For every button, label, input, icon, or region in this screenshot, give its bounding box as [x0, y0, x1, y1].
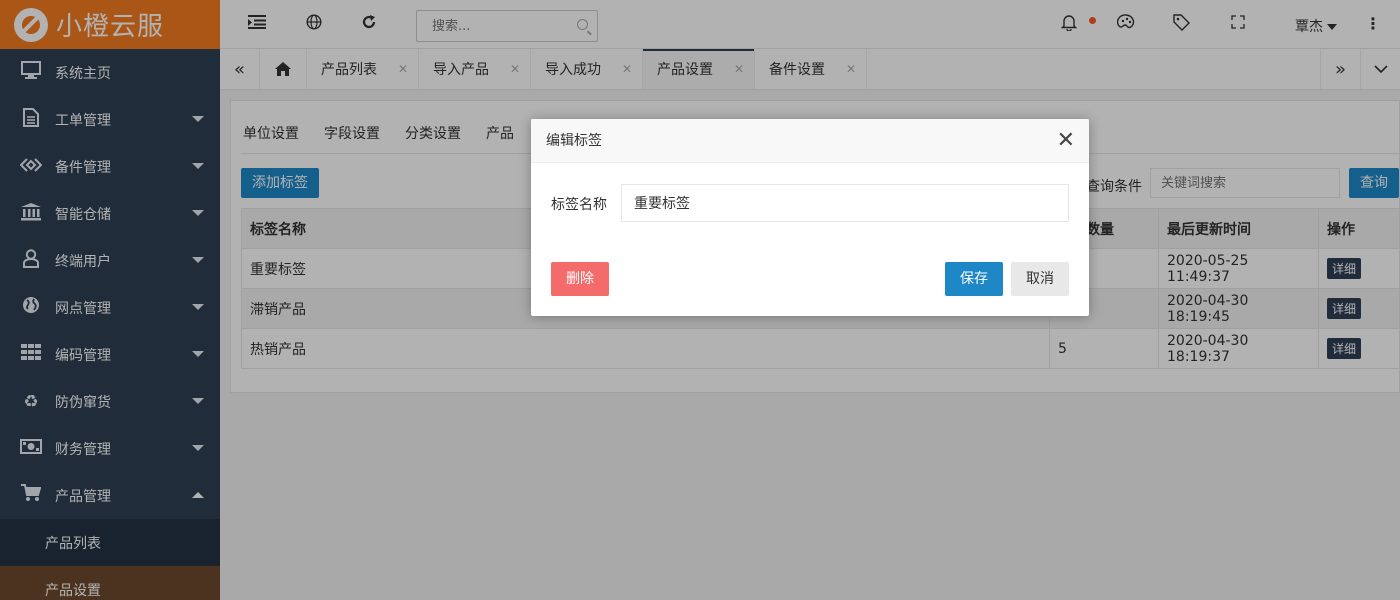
tag-name-input[interactable] [622, 185, 1068, 221]
tag-name-label: 标签名称 [551, 197, 607, 213]
save-button[interactable]: 保存 [945, 262, 1003, 296]
dialog-title: 编辑标签 [546, 133, 602, 149]
edit-tag-dialog: 编辑标签 ✕ 标签名称 删除 保存 取消 [531, 119, 1089, 316]
cancel-button[interactable]: 取消 [1011, 262, 1069, 296]
delete-button[interactable]: 删除 [551, 262, 609, 296]
dialog-header: 编辑标签 ✕ [531, 119, 1089, 163]
close-icon[interactable]: ✕ [1057, 119, 1075, 163]
tag-name-field [621, 184, 1069, 222]
